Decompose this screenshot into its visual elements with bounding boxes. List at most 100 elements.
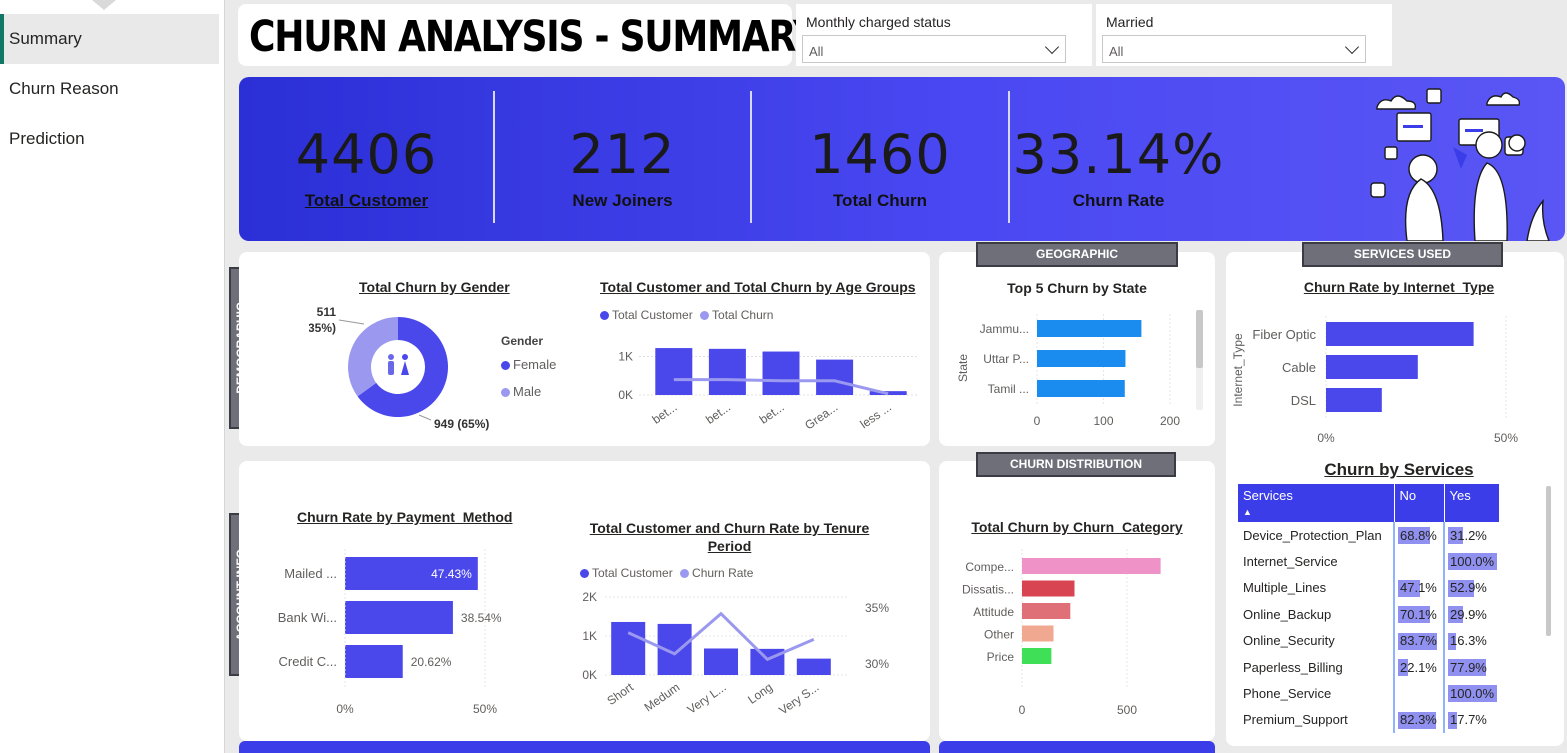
age-legend: Total Customer Total Churn: [600, 308, 773, 322]
cell-value: 68.8%: [1400, 527, 1437, 543]
legend-label: Churn Rate: [692, 566, 754, 580]
table-row[interactable]: Premium_Support 82.3% 17.7%: [1238, 706, 1500, 734]
legend-dot: [680, 569, 690, 578]
service-name: Paperless_Billing: [1243, 659, 1343, 675]
slicer-value: All: [809, 44, 824, 59]
slicer-monthly-charged[interactable]: Monthly charged status All: [796, 4, 1092, 66]
kpi-label: Total Customer: [304, 191, 429, 210]
payment-bar: [345, 645, 403, 678]
state-chart[interactable]: State 0 100 200 Jammu... Uttar P... Tamil ...: [955, 308, 1215, 438]
nav-caret-icon: [92, 0, 116, 10]
table-row[interactable]: Internet_Service 100.0%: [1238, 548, 1500, 575]
tenure-legend: Total Customer Churn Rate: [580, 566, 753, 580]
kpi-churn-rate[interactable]: 33.14% Churn Rate: [1010, 77, 1227, 241]
gender-donut-chart[interactable]: 511(35%) 949 (65%): [309, 302, 569, 442]
y-tick-label: 1K: [618, 350, 633, 364]
x-tick-label: 100: [1093, 414, 1113, 428]
chart-scrollbar[interactable]: [1196, 310, 1203, 368]
kpi-value: 4406: [295, 123, 438, 186]
legend-dot: [501, 361, 510, 370]
chevron-down-icon: [1044, 39, 1060, 55]
nav-item-prediction[interactable]: Prediction: [0, 114, 219, 164]
x-tick-label: Grea...: [802, 400, 840, 433]
geographic-card: Top 5 Churn by State State 0 100 200 Jammu..…: [939, 252, 1215, 446]
x-tick-label: 0: [1019, 703, 1026, 717]
slicer-dropdown[interactable]: All: [1102, 35, 1366, 63]
churn-yes-cell: 100.0%: [1442, 680, 1500, 707]
age-group-chart[interactable]: 0K 1K bet... bet... bet... Grea... less ...: [609, 337, 929, 437]
churn-category-chart[interactable]: 0 500 Compe... Dissatis... Attitude Other Pric…: [947, 549, 1207, 729]
x-tick-label: Very S...: [776, 680, 821, 717]
table-row[interactable]: Online_Security 83.7% 16.3%: [1238, 627, 1500, 654]
report-canvas: CHURN ANALYSIS - SUMMARY Monthly charged…: [226, 0, 1567, 753]
churn-no-cell: 83.7%: [1393, 627, 1444, 654]
service-name: Internet_Service: [1243, 554, 1338, 570]
x-tick-label: Very L...: [685, 680, 729, 717]
service-name: Online_Security: [1243, 633, 1335, 649]
column-header-no[interactable]: No: [1393, 484, 1444, 522]
nav-item-churn-reason[interactable]: Churn Reason: [0, 64, 219, 114]
table-row[interactable]: Phone_Service 100.0%: [1238, 680, 1500, 707]
state-bar: [1037, 320, 1142, 337]
service-name: Premium_Support: [1243, 712, 1348, 728]
section-tag-geographic: GEOGRAPHIC: [976, 242, 1178, 267]
x-tick-label: 200: [1160, 414, 1180, 428]
legend-dot: [580, 569, 589, 578]
sort-ascending-icon: ▲: [1243, 507, 1252, 517]
table-row[interactable]: Online_Backup 70.1% 29.9%: [1238, 601, 1500, 628]
y-tick-label: Dissatis...: [962, 583, 1014, 597]
table-scrollbar[interactable]: [1546, 486, 1551, 636]
x-tick-label: 50%: [473, 702, 497, 716]
churn-yes-cell: 17.7%: [1442, 706, 1500, 734]
table-row[interactable]: Multiple_Lines 47.1% 52.9%: [1238, 574, 1500, 602]
y-axis-title: State: [956, 354, 970, 382]
cell-value: 82.3%: [1400, 712, 1437, 728]
tenure-chart[interactable]: 0K 1K 2K 30% 35% Short Medum Very L... Long Very …: [569, 587, 899, 717]
x-tick-label: Long: [745, 680, 775, 707]
y-tick-label: Credit C...: [278, 654, 337, 669]
kpi-total-churn[interactable]: 1460 Total Churn: [752, 77, 1008, 241]
services-table[interactable]: Services ▲ No Yes Device_Protection_Plan 6…: [1238, 484, 1500, 734]
y-tick-label: DSL: [1291, 393, 1316, 408]
cell-value: 83.7%: [1400, 633, 1437, 649]
x-tick-label: 50%: [1494, 431, 1518, 445]
state-bar: [1037, 380, 1125, 397]
column-header-yes[interactable]: Yes: [1443, 484, 1500, 522]
gender-legend-title: Gender: [501, 334, 544, 348]
state-chart-title: Top 5 Churn by State: [1007, 280, 1147, 296]
churn-yes-cell: 31.2%: [1442, 522, 1500, 549]
kpi-new-joiners[interactable]: 212 New Joiners: [495, 77, 750, 241]
payment-method-chart[interactable]: Mailed ... 47.43% Bank Wi... 38.54% Credit C…: [269, 549, 529, 729]
legend-female[interactable]: Female: [501, 357, 556, 372]
x-tick-label: 0: [1034, 414, 1041, 428]
slicer-married[interactable]: Married All: [1096, 4, 1392, 66]
slicer-dropdown[interactable]: All: [802, 35, 1066, 63]
table-row[interactable]: Paperless_Billing 22.1% 77.9%: [1238, 653, 1500, 681]
legend-label: Male: [513, 384, 542, 399]
kpi-value: 212: [569, 123, 676, 186]
y-tick-label: Uttar P...: [983, 352, 1029, 366]
legend-male[interactable]: Male: [501, 384, 541, 399]
gender-people-icon: [378, 347, 418, 387]
table-row[interactable]: Device_Protection_Plan 68.8% 31.2%: [1238, 522, 1500, 549]
tenure-chart-title: Total Customer and Churn Rate by Tenure …: [589, 520, 870, 554]
category-bar: [1022, 558, 1161, 574]
kpi-value: 1460: [809, 123, 951, 186]
x-tick-label: bet...: [703, 400, 733, 427]
churn-no-cell: [1393, 680, 1444, 707]
category-bar: [1022, 625, 1054, 642]
legend-label: Total Churn: [712, 308, 774, 322]
bottom-band: [939, 741, 1215, 753]
churn-no-cell: 70.1%: [1393, 601, 1444, 628]
internet-type-chart[interactable]: Internet_Type 0% 50% Fiber Optic Cable DSL: [1232, 310, 1552, 450]
kpi-total-customer[interactable]: 4406 Total Customer: [239, 77, 494, 241]
kpi-band: 4406 Total Customer 212 New Joiners 1460…: [239, 77, 1565, 241]
age-chart-title: Total Customer and Total Churn by Age Gr…: [600, 279, 916, 295]
column-header-services[interactable]: Services ▲: [1238, 484, 1394, 522]
y-tick-label: 1K: [582, 629, 597, 643]
nav-item-summary[interactable]: Summary: [0, 14, 219, 64]
age-bar: [816, 359, 854, 395]
category-bar: [1022, 603, 1071, 619]
tenure-bar: [796, 658, 831, 675]
kpi-label: New Joiners: [572, 191, 673, 210]
